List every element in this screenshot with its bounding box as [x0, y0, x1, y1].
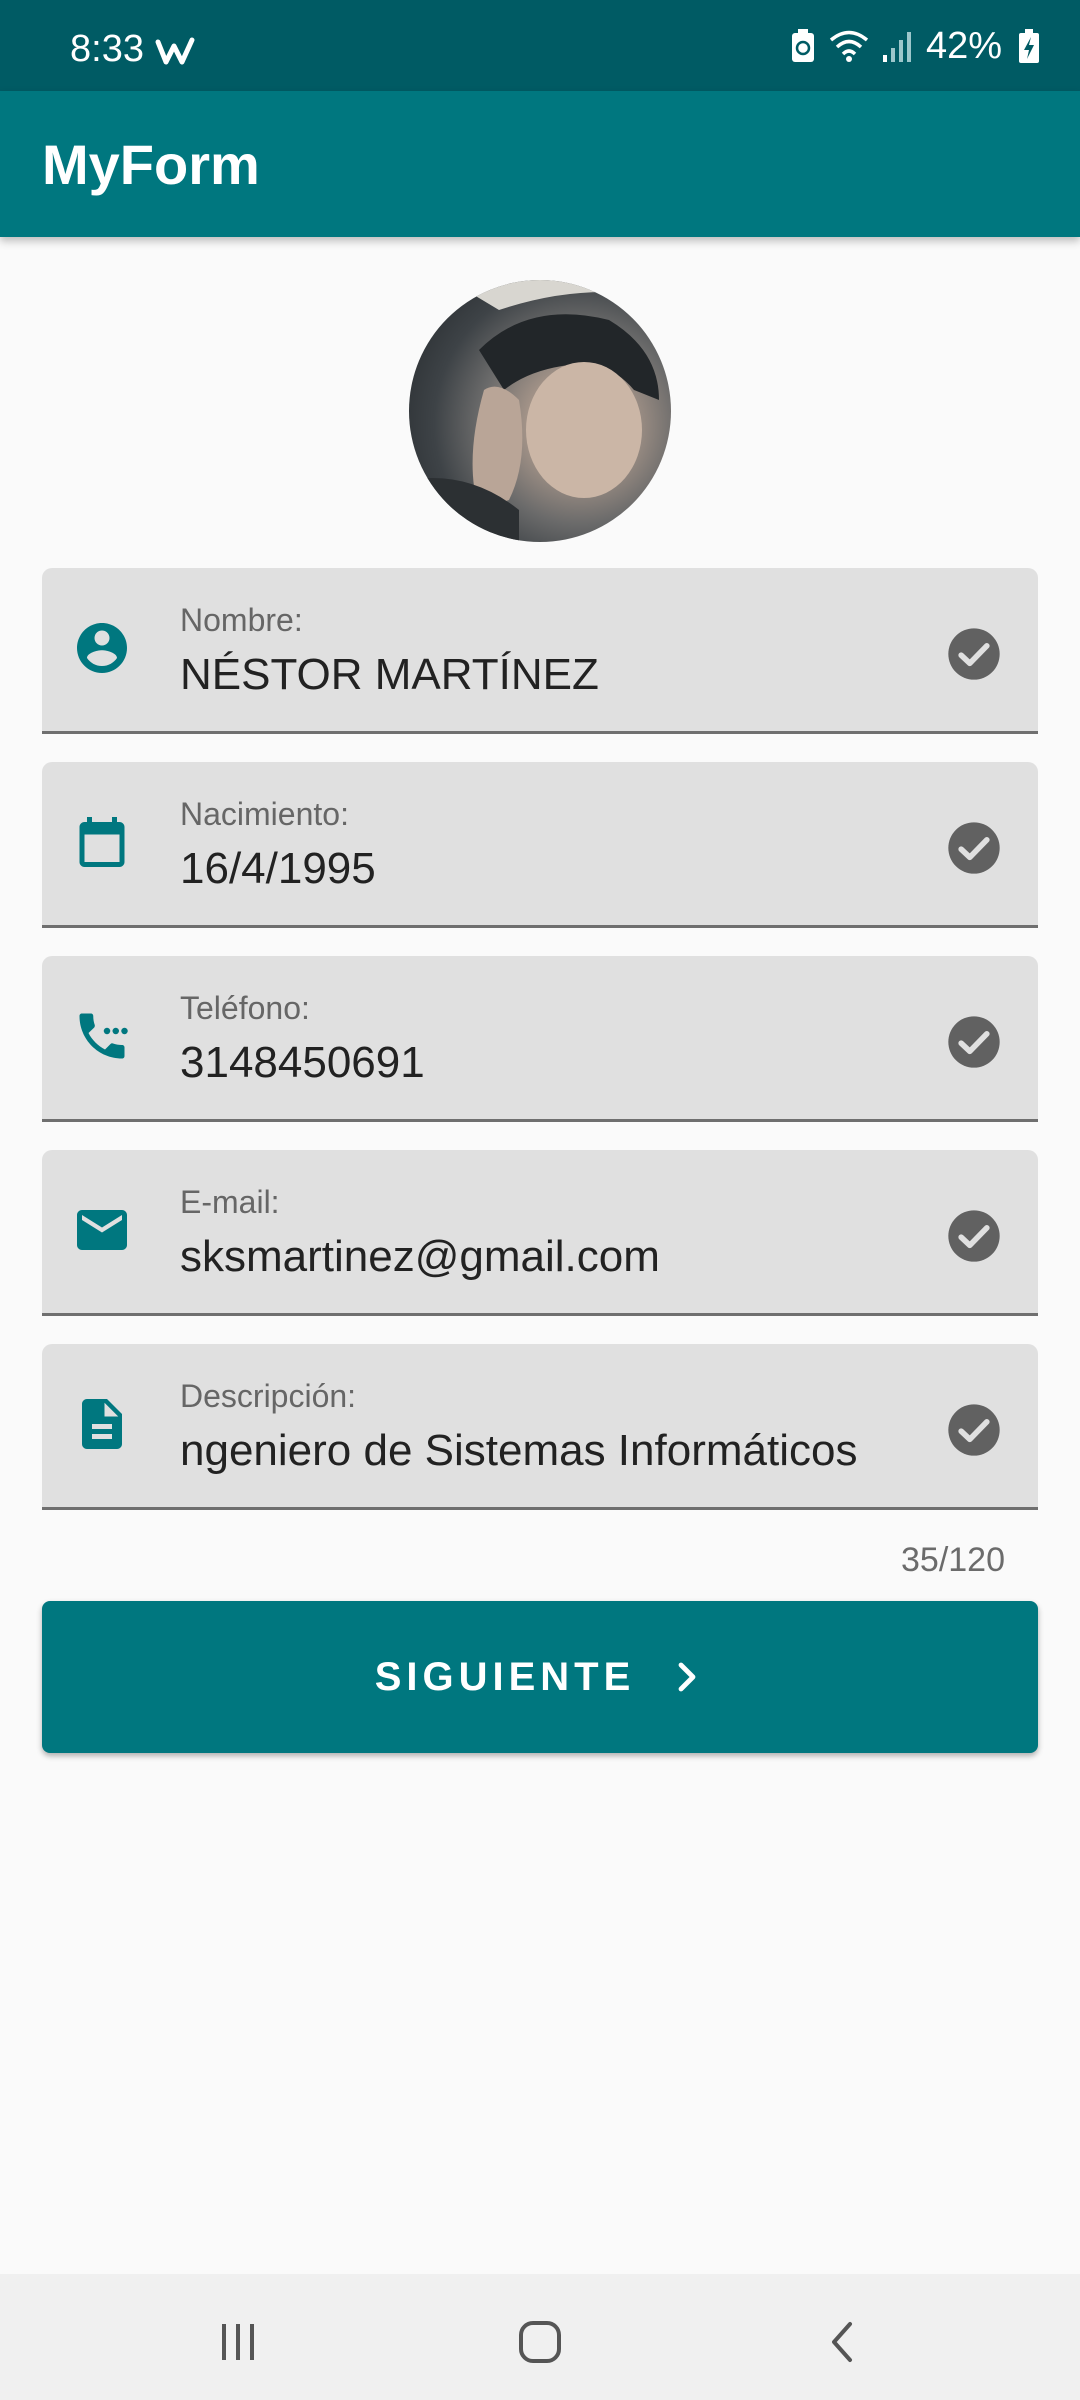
back-icon[interactable] [814, 2312, 874, 2372]
next-button[interactable]: SIGUIENTE [42, 1601, 1038, 1753]
description-char-counter: 35/120 [901, 1541, 1005, 1579]
email-field[interactable]: E-mail: sksmartinez@gmail.com [42, 1150, 1038, 1316]
description-value[interactable]: ngeniero de Sistemas Informáticos [180, 1426, 980, 1476]
description-field[interactable]: Descripción: ngeniero de Sistemas Inform… [42, 1344, 1038, 1510]
app-title: MyForm [42, 133, 260, 196]
battery-percent: 42% [925, 24, 1002, 67]
battery-charging-icon [1019, 29, 1039, 63]
check-circle-icon [948, 1210, 1000, 1262]
profile-photo [409, 280, 671, 542]
birthdate-field[interactable]: Nacimiento: 16/4/1995 [42, 762, 1038, 928]
screen: 8:33 42% MyForm Nombre: NÉSTOR MARTÍNEZ … [0, 0, 1080, 2400]
description-label: Descripción: [180, 1378, 357, 1414]
phone-value[interactable]: 3148450691 [180, 1038, 980, 1088]
next-button-label: SIGUIENTE [374, 1654, 636, 1699]
app-bar: MyForm [0, 91, 1080, 237]
birthdate-value[interactable]: 16/4/1995 [180, 844, 980, 894]
navigation-bar [0, 2274, 1080, 2400]
email-icon [77, 1210, 127, 1250]
wifi-icon [829, 30, 869, 62]
recent-apps-icon[interactable] [208, 2312, 268, 2372]
chevron-right-icon [678, 1662, 696, 1692]
phone-icon [79, 1013, 128, 1059]
battery-saver-icon [791, 29, 814, 62]
check-circle-icon [948, 1404, 1000, 1456]
signal-icon [882, 32, 911, 62]
status-icons: 42% [790, 24, 1040, 68]
phone-field[interactable]: Teléfono: 3148450691 [42, 956, 1038, 1122]
check-circle-icon [948, 1016, 1000, 1068]
name-label: Nombre: [180, 602, 303, 638]
home-icon[interactable] [510, 2312, 570, 2372]
status-time: 8:33 [70, 28, 144, 70]
check-circle-icon [948, 628, 1000, 680]
phone-label: Teléfono: [180, 990, 310, 1026]
profile-avatar[interactable] [409, 280, 671, 542]
name-value[interactable]: NÉSTOR MARTÍNEZ [180, 650, 980, 700]
email-value[interactable]: sksmartinez@gmail.com [180, 1232, 980, 1282]
app-notification-icon [155, 37, 195, 65]
check-circle-icon [948, 822, 1000, 874]
description-icon [82, 1399, 122, 1449]
email-label: E-mail: [180, 1184, 280, 1220]
status-bar: 8:33 42% [0, 0, 1080, 91]
calendar-icon [79, 817, 125, 867]
birthdate-label: Nacimiento: [180, 796, 349, 832]
name-field[interactable]: Nombre: NÉSTOR MARTÍNEZ [42, 568, 1038, 734]
account-circle-icon [77, 623, 127, 673]
